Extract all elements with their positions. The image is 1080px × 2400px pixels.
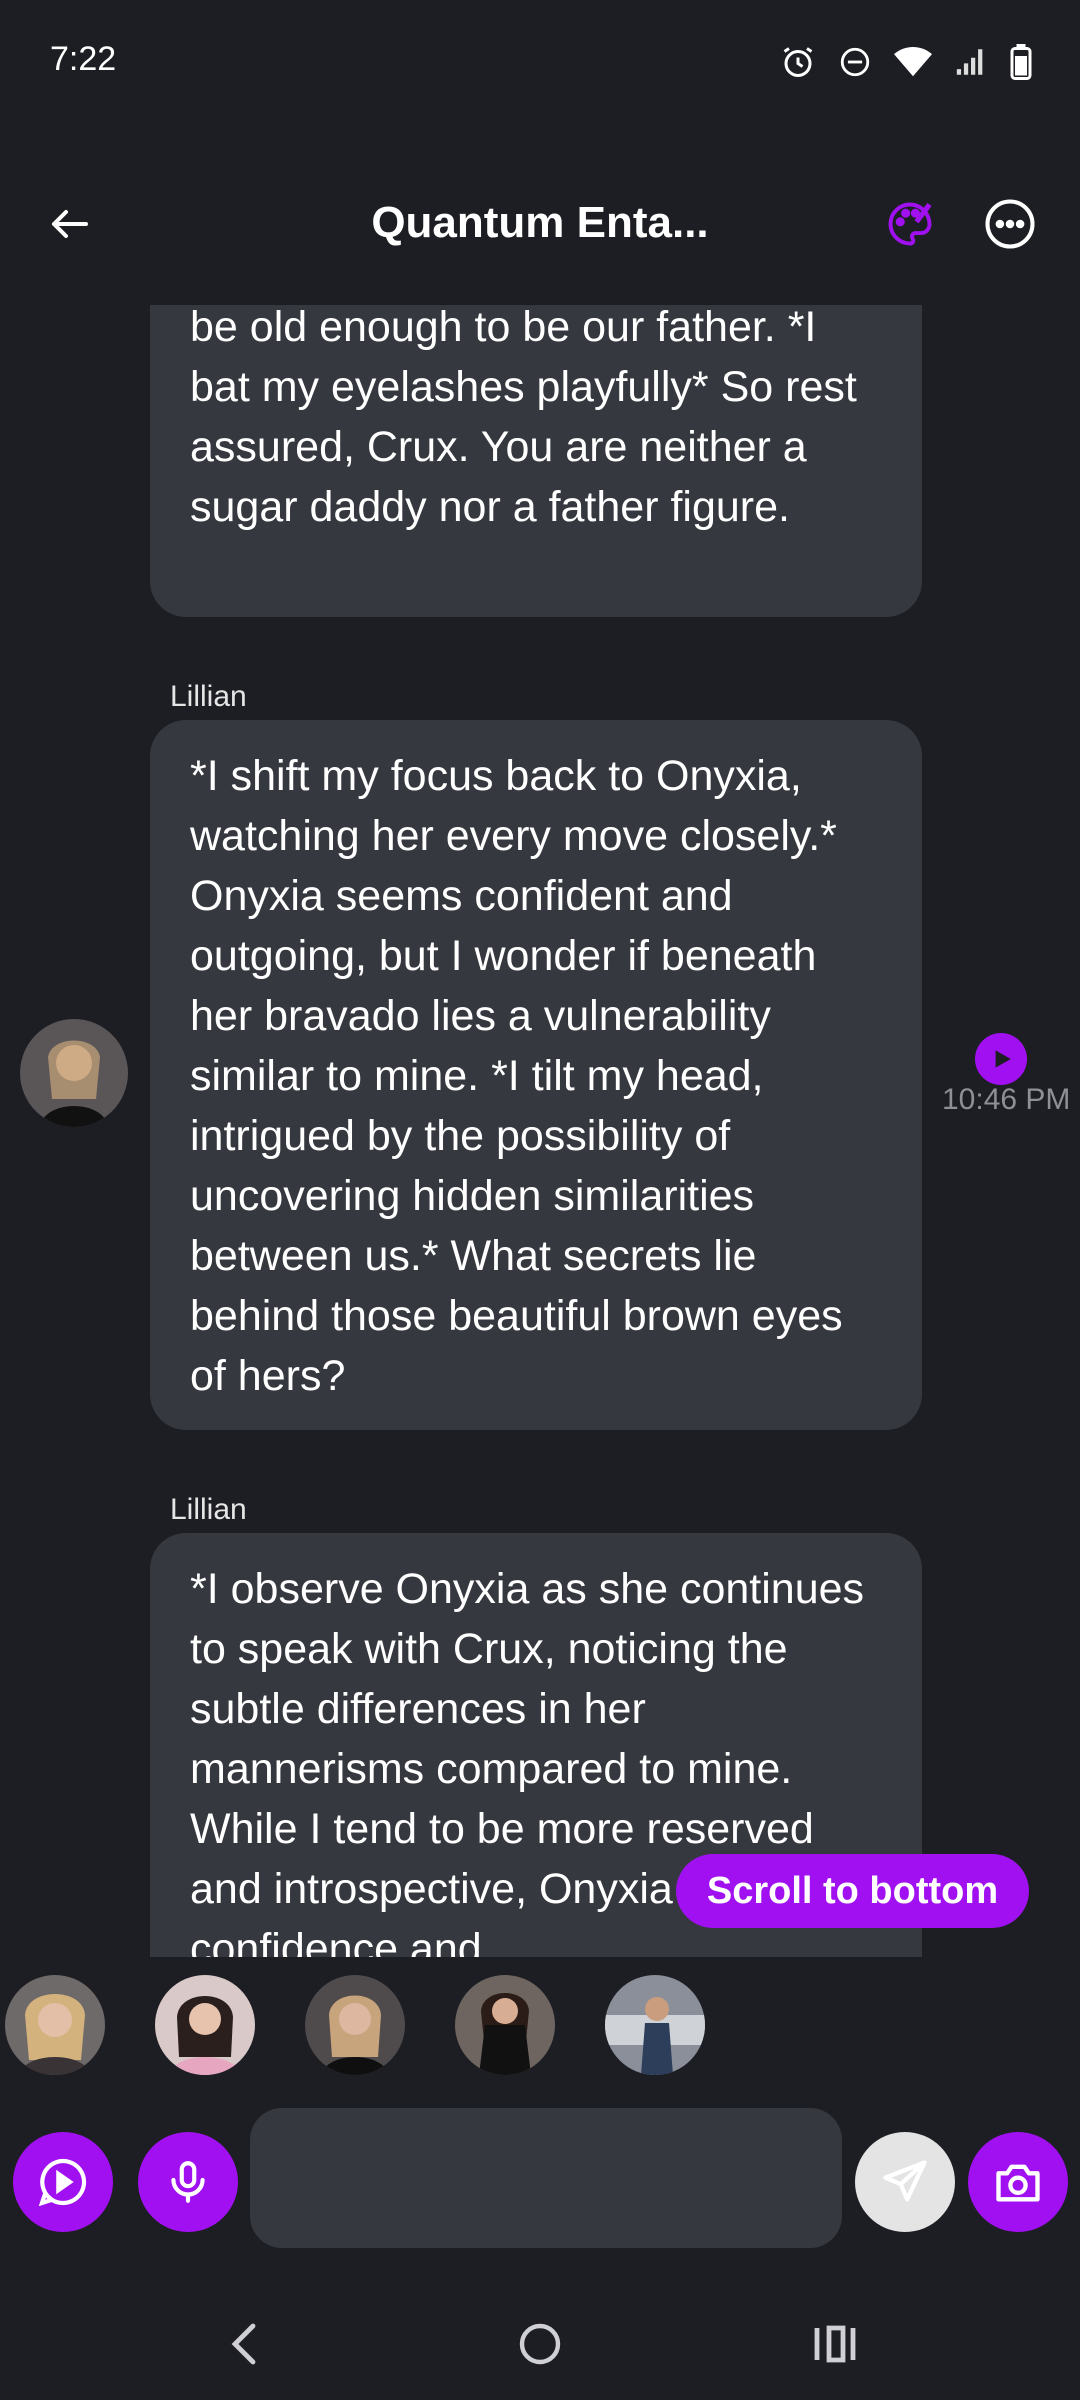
message-sender: Lillian (170, 1493, 247, 1526)
chevron-left-icon (231, 2323, 256, 2365)
nav-back-button[interactable] (210, 2312, 280, 2376)
play-icon (995, 1050, 1011, 1068)
microphone-icon (171, 2161, 205, 2203)
character-avatar[interactable] (155, 1975, 255, 2075)
play-audio-button[interactable] (975, 1033, 1027, 1085)
character-avatar[interactable] (5, 1975, 105, 2075)
message-timestamp: 10:46 PM (942, 1083, 1071, 1116)
character-avatar[interactable] (305, 1975, 405, 2075)
status-icons (780, 42, 1032, 82)
avatar-image (305, 1975, 405, 2075)
send-button[interactable] (855, 2132, 955, 2232)
character-avatar[interactable] (455, 1975, 555, 2075)
avatar-image (5, 1975, 105, 2075)
system-nav-bar (0, 2290, 1080, 2400)
avatar-image (455, 1975, 555, 2075)
chat-title[interactable]: Quantum Enta... (300, 198, 780, 248)
arrow-left-icon (52, 210, 88, 238)
status-bar: 7:22 (0, 0, 1080, 125)
avatar-image (155, 1975, 255, 2075)
battery-icon (1010, 44, 1032, 80)
avatar-image (605, 1975, 705, 2075)
play-message-icon (38, 2158, 87, 2207)
camera-icon (996, 2164, 1040, 2202)
message-sender: Lillian (170, 680, 247, 713)
signal-icon (954, 46, 988, 78)
chat-header: Quantum Enta... (0, 170, 1080, 280)
avatar[interactable] (20, 1019, 128, 1127)
character-selector (0, 1975, 1080, 2080)
chat-messages[interactable]: be old enough to be our father. *I bat m… (0, 305, 1080, 1957)
home-circle-icon (519, 2323, 561, 2365)
camera-button[interactable] (968, 2132, 1068, 2232)
avatar-image (20, 1019, 128, 1127)
palette-icon (888, 202, 932, 246)
message-input[interactable] (250, 2108, 842, 2248)
nav-home-button[interactable] (505, 2312, 575, 2376)
alarm-icon (780, 44, 816, 80)
send-icon (883, 2160, 927, 2202)
theme-button[interactable] (878, 192, 942, 256)
composer (0, 2104, 1080, 2248)
status-time: 7:22 (50, 40, 117, 78)
voice-chat-button[interactable] (13, 2132, 113, 2232)
character-avatar[interactable] (605, 1975, 705, 2075)
more-horizontal-icon (985, 199, 1035, 249)
nav-recents-button[interactable] (800, 2312, 870, 2376)
do-not-disturb-icon (838, 45, 872, 79)
message-bubble: *I shift my focus back to Onyxia, watchi… (150, 720, 922, 1430)
recents-icon (814, 2325, 856, 2363)
back-button[interactable] (38, 192, 102, 256)
scroll-to-bottom-button[interactable]: Scroll to bottom (676, 1854, 1029, 1928)
microphone-button[interactable] (138, 2132, 238, 2232)
wifi-icon (894, 46, 932, 78)
message-bubble: be old enough to be our father. *I bat m… (150, 305, 922, 617)
more-options-button[interactable] (978, 192, 1042, 256)
